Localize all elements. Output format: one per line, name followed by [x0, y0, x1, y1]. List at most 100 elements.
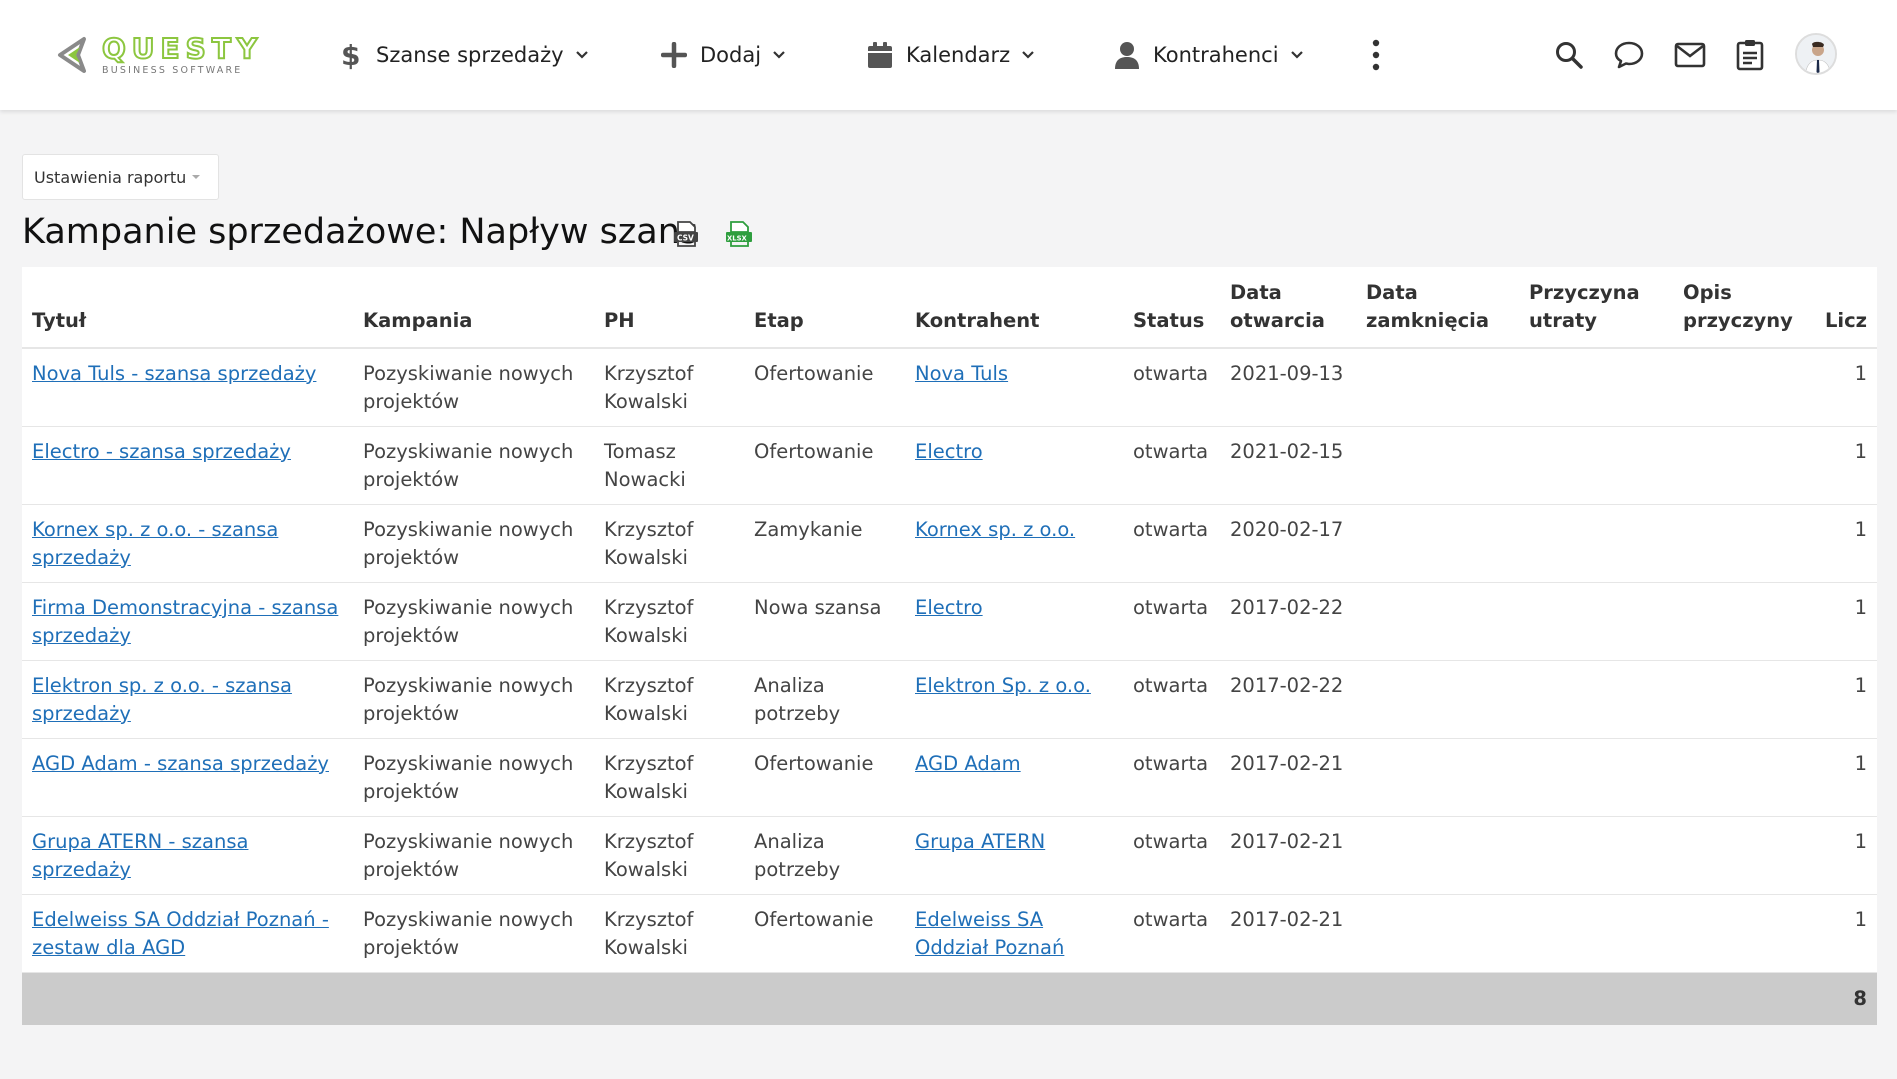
cell-opis-przyczyny — [1673, 738, 1813, 817]
more-menu-icon[interactable] — [1364, 38, 1388, 72]
cell-przyczyna-utraty — [1519, 426, 1673, 505]
logo-subtitle: BUSINESS SOFTWARE — [102, 64, 243, 76]
cell-licz: 1 — [1813, 894, 1877, 973]
contractor-link[interactable]: Nova Tuls — [915, 362, 1008, 385]
cell-status: otwarta — [1123, 426, 1220, 505]
cell-status: otwarta — [1123, 582, 1220, 661]
cell-etap: Zamykanie — [744, 504, 905, 583]
column-header-ph[interactable]: PH — [594, 267, 744, 349]
opportunity-link[interactable]: Nova Tuls - szansa sprzedaży — [32, 362, 316, 385]
nav-label: Dodaj — [700, 43, 762, 67]
cell-opis-przyczyny — [1673, 582, 1813, 661]
chat-icon[interactable] — [1612, 38, 1646, 72]
table-row: Elektron sp. z o.o. - szansa sprzedaży Po… — [22, 660, 1877, 739]
column-header-data-otwarcia[interactable]: Data otwarcia — [1220, 267, 1356, 349]
cell-licz: 1 — [1813, 582, 1877, 661]
csv-export-icon[interactable]: CSV — [673, 220, 699, 248]
cell-ph: Krzysztof Kowalski — [594, 816, 744, 895]
table-row: Nova Tuls - szansa sprzedaży Pozyskiwanie… — [22, 348, 1877, 427]
opportunity-link[interactable]: Electro - szansa sprzedaży — [32, 440, 291, 463]
cell-opis-przyczyny — [1673, 504, 1813, 583]
column-header-data-zamkniecia[interactable]: Data zamknięcia — [1356, 267, 1519, 349]
column-header-przyczyna-utraty[interactable]: Przyczyna utraty — [1519, 267, 1673, 349]
nav-kalendarz[interactable]: Kalendarz — [866, 35, 1036, 75]
opportunity-link[interactable]: Edelweiss SA Oddział Poznań - zestaw dla… — [32, 908, 329, 959]
cell-data-zamkniecia — [1356, 582, 1519, 661]
opportunity-link[interactable]: Firma Demonstracyjna - szansa sprzedaży — [32, 596, 338, 647]
cell-kampania: Pozyskiwanie nowych projektów — [353, 582, 594, 661]
cell-data-zamkniecia — [1356, 504, 1519, 583]
cell-tytul: Electro - szansa sprzedaży — [22, 426, 353, 505]
nav-dodaj[interactable]: Dodaj — [660, 35, 787, 75]
table-row: Firma Demonstracyjna - szansa sprzedaży P… — [22, 582, 1877, 661]
column-header-kampania[interactable]: Kampania — [353, 267, 594, 349]
cell-data-otwarcia: 2020-02-17 — [1220, 504, 1356, 583]
opportunity-link[interactable]: Grupa ATERN - szansa sprzedaży — [32, 830, 248, 881]
cell-kampania: Pozyskiwanie nowych projektów — [353, 660, 594, 739]
search-icon[interactable] — [1552, 38, 1586, 72]
cell-tytul: Firma Demonstracyjna - szansa sprzedaży — [22, 582, 353, 661]
opportunity-link[interactable]: Elektron sp. z o.o. - szansa sprzedaży — [32, 674, 292, 725]
column-header-tytul[interactable]: Tytuł — [22, 267, 353, 349]
column-header-licz[interactable]: Licz — [1813, 267, 1877, 349]
column-header-kontrahent[interactable]: Kontrahent — [905, 267, 1123, 349]
cell-data-otwarcia: 2017-02-22 — [1220, 660, 1356, 739]
table-header-row: Tytuł Kampania PH Etap Kontrahent Status… — [22, 267, 1877, 349]
user-icon — [1113, 41, 1141, 69]
cell-status: otwarta — [1123, 504, 1220, 583]
cell-data-otwarcia: 2017-02-21 — [1220, 894, 1356, 973]
plus-icon — [660, 41, 688, 69]
nav-label: Kalendarz — [906, 43, 1011, 67]
footer-spacer — [22, 972, 1813, 1025]
contractor-link[interactable]: Elektron Sp. z o.o. — [915, 674, 1091, 697]
opportunity-link[interactable]: Kornex sp. z o.o. - szansa sprzedaży — [32, 518, 278, 569]
top-navbar: QUESTY BUSINESS SOFTWARE $ Szanse sprzed… — [0, 0, 1897, 110]
cell-data-zamkniecia — [1356, 738, 1519, 817]
cell-status: otwarta — [1123, 816, 1220, 895]
cell-przyczyna-utraty — [1519, 348, 1673, 427]
report-settings-dropdown[interactable]: Ustawienia raportu — [22, 154, 219, 200]
contractor-link[interactable]: AGD Adam — [915, 752, 1021, 775]
cell-data-otwarcia: 2017-02-21 — [1220, 738, 1356, 817]
nav-kontrahenci[interactable]: Kontrahenci — [1113, 35, 1305, 75]
cell-ph: Krzysztof Kowalski — [594, 894, 744, 973]
opportunity-link[interactable]: AGD Adam - szansa sprzedaży — [32, 752, 329, 775]
cell-etap: Analiza potrzeby — [744, 660, 905, 739]
cell-data-otwarcia: 2021-09-13 — [1220, 348, 1356, 427]
contractor-link[interactable]: Grupa ATERN — [915, 830, 1045, 853]
clipboard-icon[interactable] — [1733, 38, 1767, 72]
cell-kontrahent: Kornex sp. z o.o. — [905, 504, 1123, 583]
questy-logo[interactable]: QUESTY BUSINESS SOFTWARE — [56, 32, 286, 78]
contractor-link[interactable]: Electro — [915, 596, 983, 619]
table-row: AGD Adam - szansa sprzedaży Pozyskiwanie … — [22, 738, 1877, 817]
column-header-opis-przyczyny[interactable]: Opis przyczyny — [1673, 267, 1813, 349]
xlsx-export-icon[interactable]: XLSX — [726, 220, 752, 248]
cell-etap: Nowa szansa — [744, 582, 905, 661]
cell-przyczyna-utraty — [1519, 660, 1673, 739]
nav-label: Kontrahenci — [1153, 43, 1279, 67]
column-header-etap[interactable]: Etap — [744, 267, 905, 349]
cell-ph: Krzysztof Kowalski — [594, 582, 744, 661]
contractor-link[interactable]: Edelweiss SA Oddział Poznań — [915, 908, 1064, 959]
cell-tytul: Elektron sp. z o.o. - szansa sprzedaży — [22, 660, 353, 739]
table-row: Edelweiss SA Oddział Poznań - zestaw dla… — [22, 894, 1877, 973]
svg-text:$: $ — [341, 40, 360, 70]
user-avatar[interactable] — [1795, 33, 1837, 75]
cell-data-otwarcia: 2017-02-22 — [1220, 582, 1356, 661]
column-header-status[interactable]: Status — [1123, 267, 1220, 349]
cell-etap: Ofertowanie — [744, 894, 905, 973]
nav-szanse-sprzedazy[interactable]: $ Szanse sprzedaży — [336, 35, 590, 75]
cell-ph: Tomasz Nowacki — [594, 426, 744, 505]
cell-przyczyna-utraty — [1519, 738, 1673, 817]
contractor-link[interactable]: Kornex sp. z o.o. — [915, 518, 1075, 541]
mail-icon[interactable] — [1673, 38, 1707, 72]
cell-opis-przyczyny — [1673, 816, 1813, 895]
cell-data-zamkniecia — [1356, 894, 1519, 973]
total-count: 8 — [1813, 972, 1877, 1025]
table-footer-row: 8 — [22, 972, 1877, 1025]
cell-ph: Krzysztof Kowalski — [594, 348, 744, 427]
cell-tytul: Kornex sp. z o.o. - szansa sprzedaży — [22, 504, 353, 583]
cell-kampania: Pozyskiwanie nowych projektów — [353, 426, 594, 505]
cell-etap: Ofertowanie — [744, 348, 905, 427]
contractor-link[interactable]: Electro — [915, 440, 983, 463]
